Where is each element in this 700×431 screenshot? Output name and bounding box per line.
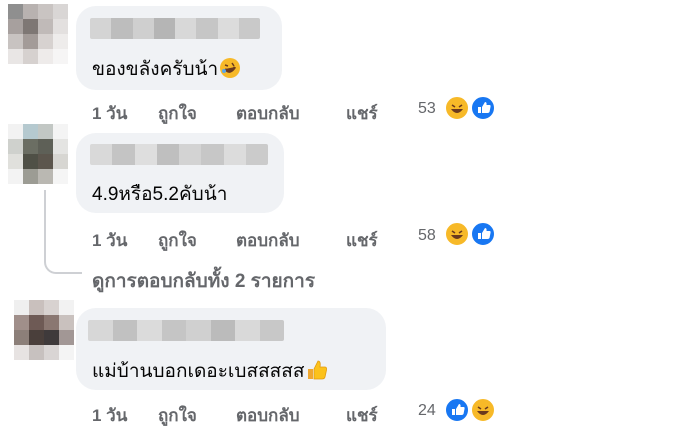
share-link[interactable]: แชร์ [346,100,378,127]
rolling-laughing-icon [220,58,241,78]
haha-icon [470,397,496,423]
like-icon [470,95,496,121]
like-icon [444,397,470,423]
commenter-name-blurred[interactable] [90,144,268,165]
haha-icon [444,221,470,247]
share-link[interactable]: แชร์ [346,402,378,429]
reaction-count[interactable]: 58 [418,227,436,245]
thumbs-up-emoji-icon [306,360,328,380]
commenter-name-blurred[interactable] [88,320,284,341]
commenter-name-blurred[interactable] [90,18,260,39]
comment-bubble: ของขลังครับน้า [76,6,282,90]
haha-icon [444,95,470,121]
like-link[interactable]: ถูกใจ [158,402,197,429]
view-replies-link[interactable]: ดูการตอบกลับทั้ง 2 รายการ [92,266,315,296]
timestamp[interactable]: 1 วัน [92,402,127,429]
like-icon [470,221,496,247]
avatar[interactable] [8,124,68,184]
comment-bubble: 4.9หรือ5.2คับน้า [76,133,284,213]
comment-text: ของขลังครับน้า [92,54,241,84]
reply-thread-line [44,190,82,274]
reply-link[interactable]: ตอบกลับ [236,402,300,429]
timestamp[interactable]: 1 วัน [92,100,127,127]
reply-link[interactable]: ตอบกลับ [236,100,300,127]
avatar[interactable] [14,300,74,360]
reply-link[interactable]: ตอบกลับ [236,227,300,254]
timestamp[interactable]: 1 วัน [92,227,127,254]
reaction-count[interactable]: 24 [418,402,436,420]
comment-actions: 1 วัน ถูกใจ ตอบกลับ แชร์ [92,402,412,425]
comment-actions: 1 วัน ถูกใจ ตอบกลับ แชร์ [92,100,412,123]
share-link[interactable]: แชร์ [346,227,378,254]
reaction-count[interactable]: 53 [418,100,436,118]
comment-bubble: แม่บ้านบอกเดอะเบสสสสส [76,308,386,390]
comment-actions: 1 วัน ถูกใจ ตอบกลับ แชร์ [92,227,412,250]
avatar[interactable] [8,4,68,64]
comment-text: 4.9หรือ5.2คับน้า [92,184,228,205]
comment-text: แม่บ้านบอกเดอะเบสสสสส [92,356,328,386]
like-link[interactable]: ถูกใจ [158,227,197,254]
like-link[interactable]: ถูกใจ [158,100,197,127]
